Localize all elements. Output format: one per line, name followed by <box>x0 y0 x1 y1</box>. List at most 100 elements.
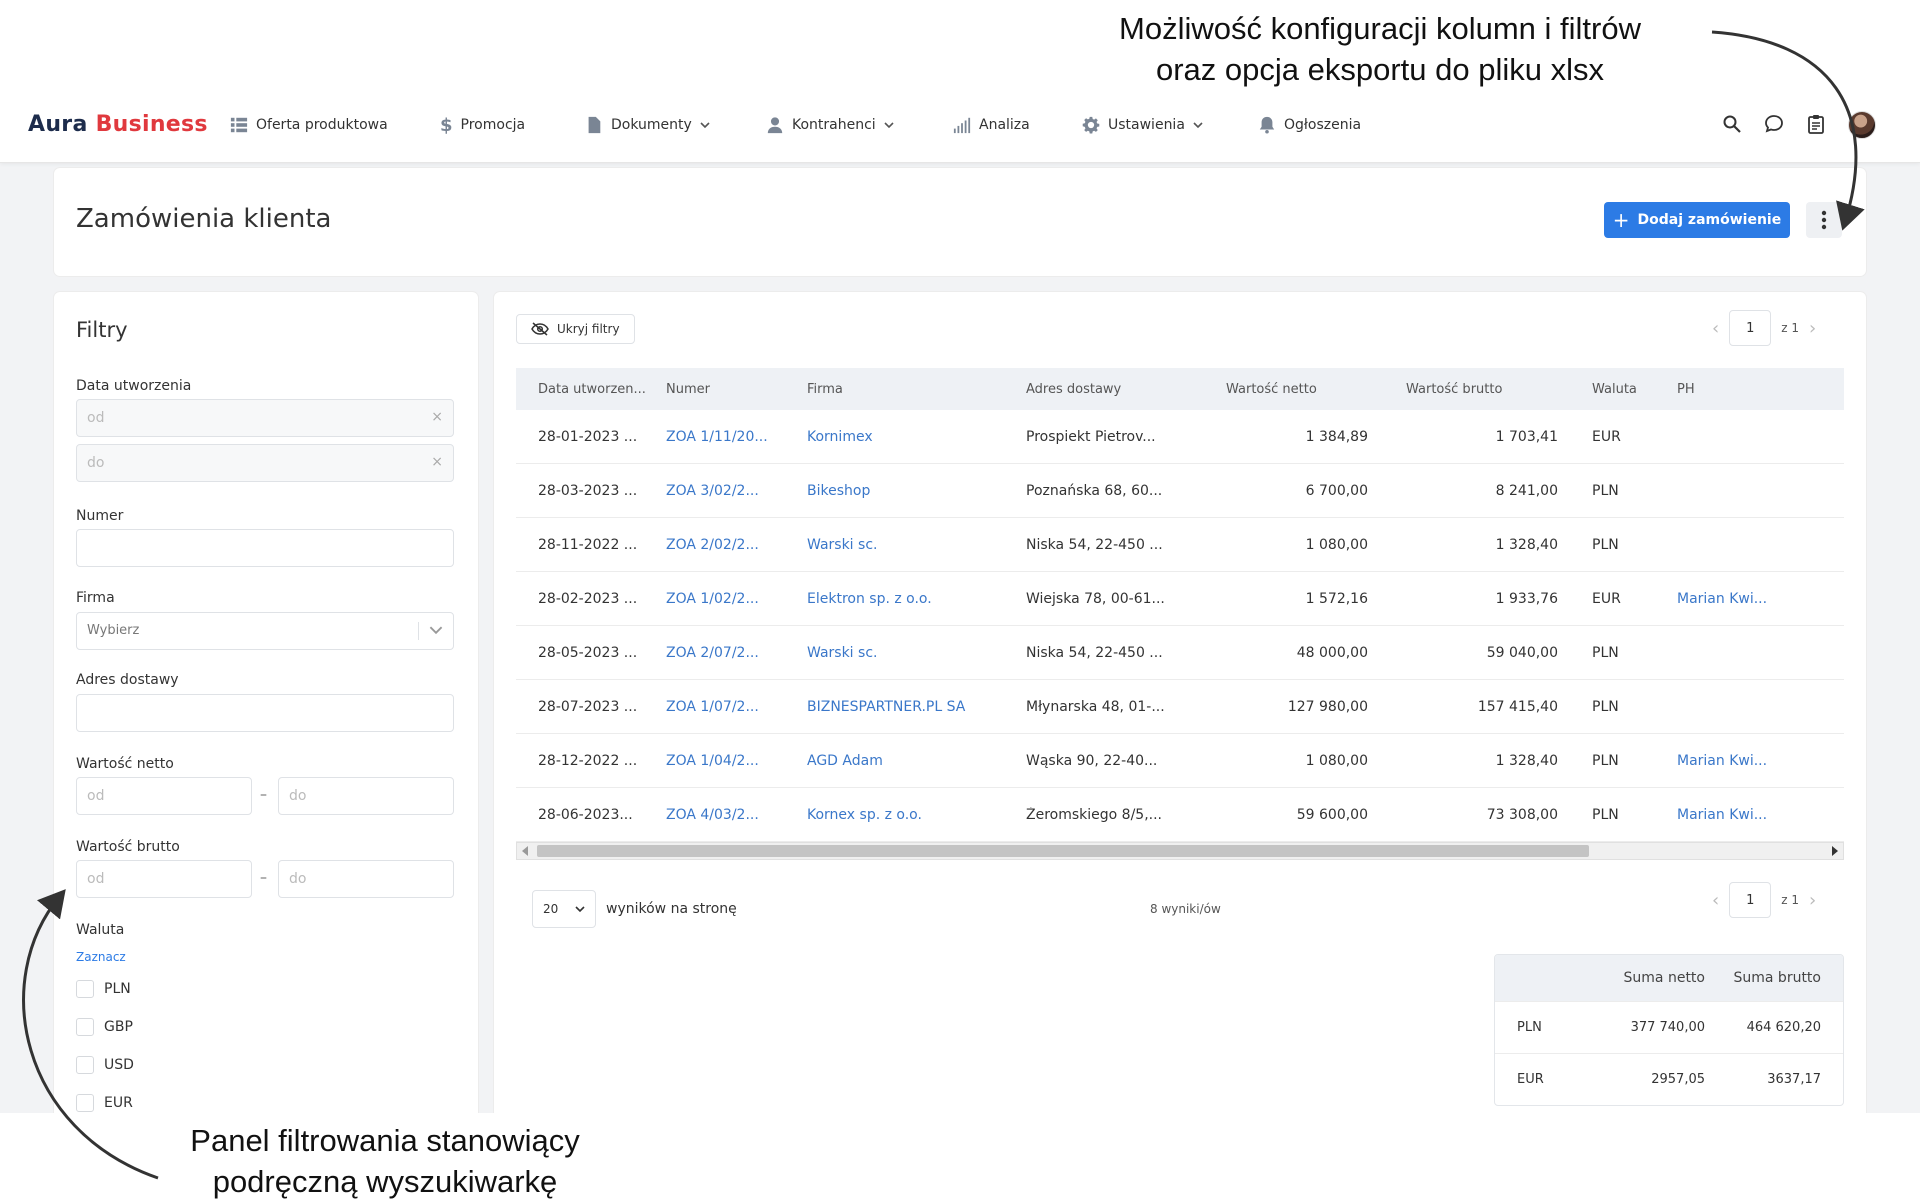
nav-label: Analiza <box>979 117 1030 133</box>
clear-icon[interactable]: × <box>431 454 443 470</box>
checkbox[interactable] <box>76 1018 94 1036</box>
eye-off-icon <box>531 322 549 336</box>
currency-option-pln[interactable]: PLN <box>76 980 131 998</box>
per-page-control: 20 wyników na stronę <box>532 890 737 928</box>
cell-company[interactable]: AGD Adam <box>807 753 1026 769</box>
summary-net: 2957,05 <box>1651 1072 1705 1087</box>
checkbox[interactable] <box>76 1094 94 1112</box>
gross-from-input[interactable]: od <box>76 860 252 898</box>
nav-item-ustawienia[interactable]: Ustawienia <box>1082 114 1203 136</box>
clipboard-button[interactable] <box>1806 114 1828 136</box>
column-header[interactable]: Wartość netto <box>1216 382 1382 397</box>
cell-address: Prospiekt Pietrov... <box>1026 428 1156 445</box>
prev-page-icon[interactable]: ‹ <box>1712 890 1719 911</box>
cell-net: 1 080,00 <box>1305 536 1368 553</box>
nav-item-kontrahenci[interactable]: Kontrahenci <box>766 114 894 136</box>
company-select[interactable]: Wybierz <box>76 612 454 650</box>
table-row[interactable]: 28-02-2023 ... ZOA 1/02/2... Elektron sp. … <box>516 572 1844 626</box>
table-row[interactable]: 28-12-2022 ... ZOA 1/04/2... AGD Adam Wąska… <box>516 734 1844 788</box>
column-header[interactable]: Adres dostawy <box>1026 382 1216 397</box>
table-row[interactable]: 28-03-2023 ... ZOA 3/02/2... Bikeshop Pozna… <box>516 464 1844 518</box>
cell-address: Młynarska 48, 01-... <box>1026 698 1165 715</box>
cell-company[interactable]: Warski sc. <box>807 537 1026 553</box>
cell-currency: PLN <box>1592 806 1619 823</box>
cell-number[interactable]: ZOA 2/07/2... <box>666 645 807 661</box>
nav-item-promocja[interactable]: $ Promocja <box>440 114 525 136</box>
cell-number[interactable]: ZOA 1/11/20... <box>666 429 807 445</box>
date-from-input[interactable]: od × <box>76 399 454 437</box>
table-row[interactable]: 28-05-2023 ... ZOA 2/07/2... Warski sc. Nis… <box>516 626 1844 680</box>
cell-company[interactable]: Warski sc. <box>807 645 1026 661</box>
messages-button[interactable] <box>1764 114 1786 136</box>
cell-company[interactable]: BIZNESPARTNER.PL SA <box>807 699 1026 715</box>
cell-gross: 1 933,76 <box>1495 590 1558 607</box>
select-all-link[interactable]: Zaznacz <box>76 950 126 964</box>
add-order-button[interactable]: + Dodaj zamówienie <box>1604 202 1790 238</box>
gross-to-input[interactable]: do <box>278 860 454 898</box>
prev-page-icon[interactable]: ‹ <box>1712 318 1719 339</box>
table-row[interactable]: 28-06-2023... ZOA 4/03/2... Kornex sp. z o… <box>516 788 1844 842</box>
currency-option-eur[interactable]: EUR <box>76 1094 133 1112</box>
result-count: 8 wyniki/ów <box>1150 902 1221 916</box>
number-input[interactable] <box>76 529 454 567</box>
hide-filters-button[interactable]: Ukryj filtry <box>516 314 635 344</box>
bottom-pagination: ‹ 1 z 1 › <box>1712 882 1816 918</box>
cell-ph[interactable]: Marian Kwi... <box>1677 753 1844 769</box>
annotation-top-line1: Możliwość konfiguracji kolumn i filtrów <box>1119 11 1641 46</box>
cell-company[interactable]: Kornimex <box>807 429 1026 445</box>
column-header[interactable]: Firma <box>807 382 1026 397</box>
cell-company[interactable]: Elektron sp. z o.o. <box>807 591 1026 607</box>
next-page-icon[interactable]: › <box>1809 318 1816 339</box>
checkbox[interactable] <box>76 980 94 998</box>
address-input[interactable] <box>76 694 454 732</box>
cell-number[interactable]: ZOA 1/04/2... <box>666 753 807 769</box>
table-row[interactable]: 28-07-2023 ... ZOA 1/07/2... BIZNESPARTNER… <box>516 680 1844 734</box>
scroll-right-icon[interactable] <box>1832 846 1838 856</box>
column-header[interactable]: Wartość brutto <box>1382 382 1572 397</box>
nav-item-dokumenty[interactable]: Dokumenty <box>585 114 710 136</box>
page-input[interactable]: 1 <box>1729 310 1772 346</box>
nav-item-ogloszenia[interactable]: Ogłoszenia <box>1258 114 1361 136</box>
column-header[interactable]: Waluta <box>1572 382 1677 397</box>
more-options-button[interactable] <box>1806 202 1842 238</box>
column-header[interactable]: PH <box>1677 382 1844 397</box>
cell-ph[interactable]: Marian Kwi... <box>1677 591 1844 607</box>
cell-address: Niska 54, 22-450 ... <box>1026 536 1163 553</box>
cell-number[interactable]: ZOA 1/02/2... <box>666 591 807 607</box>
table-row[interactable]: 28-01-2023 ... ZOA 1/11/20... Kornimex Pros… <box>516 410 1844 464</box>
cell-date: 28-05-2023 ... <box>538 644 638 661</box>
currency-option-usd[interactable]: USD <box>76 1056 134 1074</box>
chat-bubble-icon <box>1765 115 1783 133</box>
table-row[interactable]: 28-11-2022 ... ZOA 2/02/2... Warski sc. Nis… <box>516 518 1844 572</box>
cell-gross: 1 328,40 <box>1495 536 1558 553</box>
cell-ph[interactable]: Marian Kwi... <box>1677 807 1844 823</box>
nav-item-analiza[interactable]: Analiza <box>953 114 1030 136</box>
cell-number[interactable]: ZOA 4/03/2... <box>666 807 807 823</box>
column-header[interactable]: Data utworzen... <box>516 382 666 397</box>
cell-number[interactable]: ZOA 2/02/2... <box>666 537 807 553</box>
currency-option-gbp[interactable]: GBP <box>76 1018 133 1036</box>
app-logo[interactable]: Aura Business <box>28 112 208 137</box>
clear-icon[interactable]: × <box>431 409 443 425</box>
checkbox[interactable] <box>76 1056 94 1074</box>
scrollbar-thumb[interactable] <box>537 845 1589 857</box>
cell-company[interactable]: Bikeshop <box>807 483 1026 499</box>
cell-company[interactable]: Kornex sp. z o.o. <box>807 807 1026 823</box>
horizontal-scrollbar[interactable] <box>516 842 1844 860</box>
next-page-icon[interactable]: › <box>1809 890 1816 911</box>
avatar[interactable] <box>1848 111 1876 139</box>
net-from-placeholder: od <box>87 788 105 804</box>
scroll-left-icon[interactable] <box>522 846 528 856</box>
column-header[interactable]: Numer <box>666 382 807 397</box>
search-button[interactable] <box>1722 114 1744 136</box>
net-to-input[interactable]: do <box>278 777 454 815</box>
cell-number[interactable]: ZOA 3/02/2... <box>666 483 807 499</box>
cell-number[interactable]: ZOA 1/07/2... <box>666 699 807 715</box>
currency-option-label: GBP <box>104 1019 133 1035</box>
nav-item-oferta[interactable]: Oferta produktowa <box>230 114 388 136</box>
summary-table: Suma netto Suma brutto PLN 377 740,00 46… <box>1494 954 1844 1106</box>
date-to-input[interactable]: do × <box>76 444 454 482</box>
net-from-input[interactable]: od <box>76 777 252 815</box>
per-page-select[interactable]: 20 <box>532 890 596 928</box>
page-input[interactable]: 1 <box>1729 882 1772 918</box>
